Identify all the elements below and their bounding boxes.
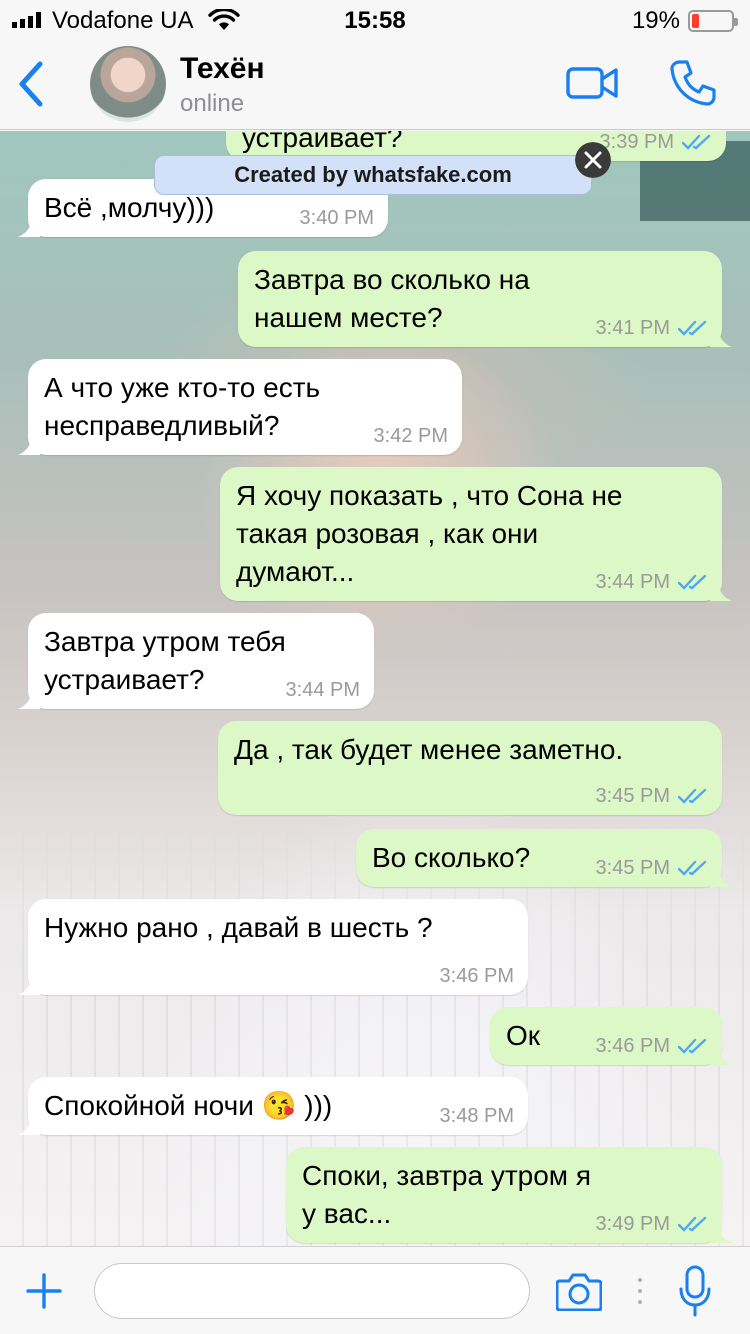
message-meta: 3:41 PM — [596, 317, 708, 339]
double-check-icon — [682, 134, 711, 150]
message-meta: 3:40 PM — [300, 207, 374, 229]
double-check-icon — [678, 320, 707, 336]
bubble-tail — [18, 433, 40, 455]
message-time: 3:41 PM — [595, 317, 670, 339]
chevron-left-icon[interactable] — [14, 60, 48, 108]
status-bar: Vodafone UA 15:58 19% — [0, 0, 750, 40]
message-time: 3:48 PM — [439, 1105, 514, 1127]
watermark-banner: Created by whatsfake.com — [154, 155, 592, 195]
bubble-tail — [710, 1221, 732, 1243]
message-bubble[interactable]: А что уже кто-то есть несправедливый? 3:… — [18, 359, 462, 455]
plus-icon[interactable] — [26, 1273, 62, 1309]
bubble-tail — [18, 1113, 40, 1135]
message-time: 3:49 PM — [595, 1213, 670, 1235]
message-input-bar — [0, 1246, 750, 1334]
double-check-icon — [678, 860, 707, 876]
message-meta: 3:44 PM — [596, 571, 708, 593]
message-meta: 3:46 PM — [440, 965, 514, 987]
message-time: 3:46 PM — [439, 965, 514, 987]
message-bubble[interactable]: Да , так будет менее заметно. 3:45 PM — [218, 721, 722, 815]
message-bubble[interactable]: Завтра во сколько на нашем месте? 3:41 P… — [238, 251, 732, 347]
bubble-tail — [710, 1043, 732, 1065]
message-bubble[interactable]: Завтра утром тебя устраивает? 3:44 PM — [18, 613, 374, 709]
message-meta: 3:48 PM — [440, 1105, 514, 1127]
double-check-icon — [678, 1038, 707, 1054]
phone-icon[interactable] — [668, 58, 718, 108]
battery-level — [692, 14, 699, 28]
message-time: 3:46 PM — [595, 1035, 670, 1057]
contact-name[interactable]: Техён — [180, 52, 265, 86]
double-check-icon — [678, 788, 707, 804]
message-time: 3:45 PM — [595, 857, 670, 879]
message-time: 3:44 PM — [285, 679, 360, 701]
double-check-icon — [678, 1216, 707, 1232]
message-time: 3:42 PM — [373, 425, 448, 447]
battery-tip — [734, 18, 738, 26]
message-meta: 3:39 PM — [600, 131, 712, 153]
message-meta: 3:49 PM — [596, 1213, 708, 1235]
camera-icon[interactable] — [556, 1271, 602, 1311]
message-time: 3:45 PM — [595, 785, 670, 807]
battery-icon — [688, 10, 738, 32]
message-text: Да , так будет менее заметно. — [234, 734, 624, 765]
message-meta: 3:42 PM — [374, 425, 448, 447]
chat-header: Техён online — [0, 40, 750, 130]
double-check-icon — [678, 574, 707, 590]
message-bubble[interactable]: Споки, завтра утром я у вас... 3:49 PM — [286, 1147, 732, 1243]
bubble-tail — [710, 579, 732, 601]
message-time: 3:40 PM — [299, 207, 374, 229]
bubble-tail — [18, 687, 40, 709]
contact-status: online — [180, 90, 245, 117]
message-text: Нужно рано , давай в шесть ? — [44, 912, 433, 943]
message-meta: 3:44 PM — [286, 679, 360, 701]
message-time: 3:39 PM — [599, 131, 674, 153]
message-meta: 3:45 PM — [596, 785, 708, 807]
bubble-tail — [18, 215, 40, 237]
avatar[interactable] — [90, 46, 166, 122]
bubble-tail — [710, 325, 732, 347]
chat-background[interactable]: устраивает? 3:39 PM Всё ,молчу))) 3:40 P… — [0, 131, 750, 1246]
message-bubble[interactable]: Спокойной ночи 😘 ))) 3:48 PM — [18, 1077, 528, 1135]
message-bubble[interactable]: Нужно рано , давай в шесть ? 3:46 PM — [18, 899, 528, 995]
message-bubble[interactable]: Ок 3:46 PM — [490, 1007, 732, 1065]
divider-icon — [638, 1278, 642, 1304]
message-input[interactable] — [94, 1263, 530, 1319]
microphone-icon[interactable] — [678, 1265, 712, 1317]
message-meta: 3:46 PM — [596, 1035, 708, 1057]
message-meta: 3:45 PM — [596, 857, 708, 879]
video-camera-icon[interactable] — [566, 64, 618, 102]
bubble-tail — [710, 865, 732, 887]
close-icon[interactable] — [575, 142, 611, 178]
bubble-tail — [18, 973, 40, 995]
message-time: 3:44 PM — [595, 571, 670, 593]
message-bubble[interactable]: Во сколько? 3:45 PM — [356, 829, 732, 887]
message-bubble[interactable]: Я хочу показать , что Сона не такая розо… — [220, 467, 732, 601]
battery-percentage: 19% — [631, 7, 680, 34]
